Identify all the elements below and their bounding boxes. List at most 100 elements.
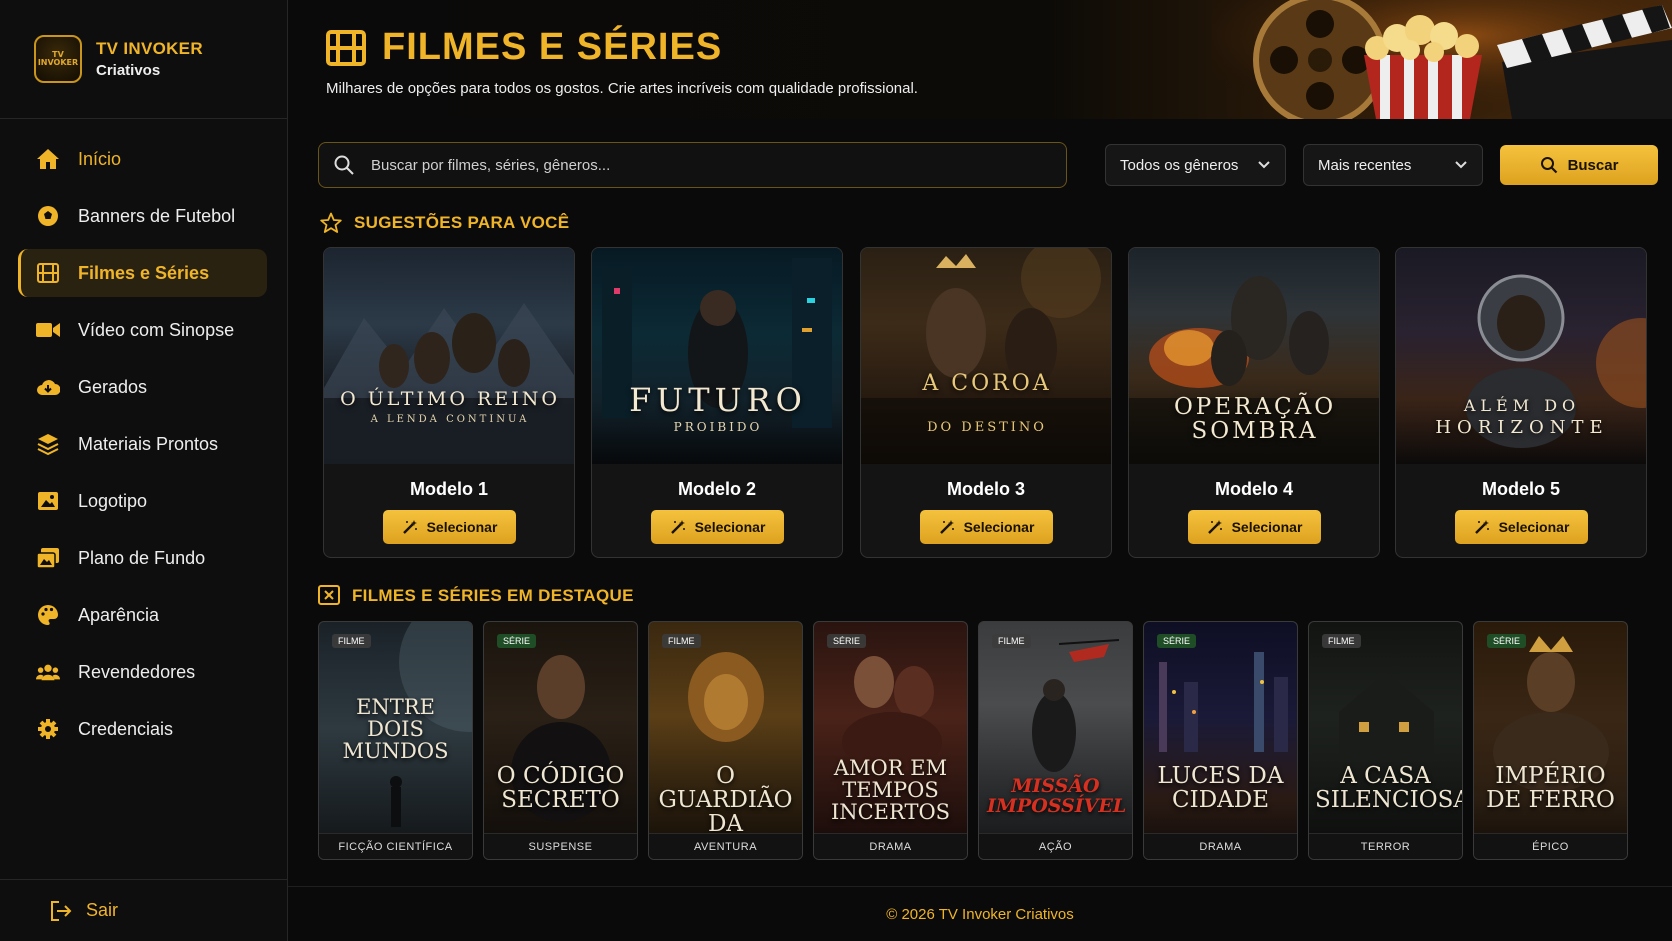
page-subtitle: Milhares de opções para todos os gostos.… <box>326 80 918 97</box>
suggestion-card[interactable]: ALÉM DO HORIZONTE Modelo 5 Selecionar <box>1395 247 1647 558</box>
home-icon <box>36 147 60 171</box>
video-camera-icon <box>36 318 60 342</box>
chevron-down-icon <box>1258 161 1270 169</box>
poster-card[interactable]: SÉRIE LUCES DA CIDADE DRAMA <box>1143 621 1298 860</box>
star-icon <box>320 212 342 234</box>
select-button[interactable]: Selecionar <box>1455 510 1588 544</box>
sidebar-item-label: Aparência <box>78 604 160 625</box>
select-button-label: Selecionar <box>426 519 498 535</box>
model-name: Modelo 3 <box>946 479 1025 499</box>
select-button-label: Selecionar <box>694 519 766 535</box>
genre-label: SUSPENSE <box>484 833 637 859</box>
main-content: FILMES E SÉRIES Milhares de opções para … <box>288 0 1672 941</box>
type-badge: SÉRIE <box>1487 634 1527 648</box>
genre-label: ÉPICO <box>1474 833 1627 859</box>
film-x-icon <box>318 585 340 607</box>
sidebar-item-label: Vídeo com Sinopse <box>78 319 235 340</box>
search-field[interactable] <box>318 142 1067 188</box>
genre-select-value: Todos os gêneros <box>1120 156 1239 174</box>
suggestion-card[interactable]: OPERAÇÃO SOMBRA Modelo 4 Selecionar <box>1128 247 1380 558</box>
sidebar-item-label: Filmes e Séries <box>78 262 210 283</box>
layers-icon <box>36 432 60 456</box>
poster-title: A COROA <box>922 371 1052 396</box>
brand-subtitle: Criativos <box>96 62 161 79</box>
genre-select[interactable]: Todos os gêneros <box>1105 144 1286 186</box>
model-name: Modelo 1 <box>409 479 488 499</box>
model-name: Modelo 2 <box>677 479 756 499</box>
soccer-ball-icon <box>36 204 60 228</box>
sidebar-item-banners-futebol[interactable]: Banners de Futebol <box>18 192 267 240</box>
sidebar-item-materiais-prontos[interactable]: Materiais Prontos <box>18 420 267 468</box>
sidebar-item-filmes-series[interactable]: Filmes e Séries <box>18 249 267 297</box>
poster-card[interactable]: SÉRIE O CÓDIGO SECRETO SUSPENSE <box>483 621 638 860</box>
poster-title: ALÉM DO <box>1463 396 1581 415</box>
poster-card[interactable]: FILME MISSÃO IMPOSSÍVEL AÇÃO <box>978 621 1133 860</box>
search-input[interactable] <box>371 156 1021 174</box>
type-badge: SÉRIE <box>497 634 537 648</box>
sidebar-item-label: Logotipo <box>78 490 148 511</box>
sidebar-item-inicio[interactable]: Início <box>18 135 267 183</box>
sidebar-item-logotipo[interactable]: Logotipo <box>18 477 267 525</box>
select-button[interactable]: Selecionar <box>383 510 516 544</box>
logout-label: Sair <box>86 900 119 920</box>
page-title: FILMES E SÉRIES <box>326 26 722 69</box>
select-button[interactable]: Selecionar <box>651 510 784 544</box>
brand-name: TV INVOKER <box>96 39 203 58</box>
search-icon <box>1540 156 1558 174</box>
sidebar-item-gerados[interactable]: Gerados <box>18 363 267 411</box>
suggestion-card[interactable]: FUTURO PROIBIDO Modelo 2 Selecionar <box>591 247 843 558</box>
poster-card[interactable]: SÉRIE IMPÉRIO DE FERRO ÉPICO <box>1473 621 1628 860</box>
genre-label: TERROR <box>1309 833 1462 859</box>
select-button[interactable]: Selecionar <box>1188 510 1321 544</box>
brand[interactable]: TV INVOKER TV INVOKER Criativos <box>0 0 287 119</box>
film-icon <box>326 29 366 66</box>
users-icon <box>36 660 60 684</box>
section-title-text: FILMES E SÉRIES EM DESTAQUE <box>352 586 634 605</box>
film-reel-icon <box>1253 0 1387 119</box>
poster-image: O ÚLTIMO REINO A LENDA CONTINUA <box>324 248 574 464</box>
sidebar-item-label: Banners de Futebol <box>78 205 236 226</box>
footer-text: © 2026 TV Invoker Criativos <box>886 905 1074 923</box>
page-title-text: FILMES E SÉRIES <box>382 26 723 68</box>
sidebar-item-label: Plano de Fundo <box>78 547 206 568</box>
search-button[interactable]: Buscar <box>1500 145 1658 185</box>
poster-title: OPERAÇÃO <box>1173 394 1337 420</box>
suggestions-section-title: SUGESTÕES PARA VOCÊ <box>320 212 569 234</box>
poster-card[interactable]: FILME A CASA SILENCIOSA TERROR <box>1308 621 1463 860</box>
poster-card[interactable]: FILME ENTRE DOIS MUNDOS FICÇÃO CIENTÍFIC… <box>318 621 473 860</box>
footer: © 2026 TV Invoker Criativos <box>288 886 1672 941</box>
magic-wand-icon <box>670 519 686 535</box>
search-icon <box>334 155 354 175</box>
order-select[interactable]: Mais recentes <box>1303 144 1483 186</box>
model-name: Modelo 4 <box>1214 479 1293 499</box>
sidebar-item-credenciais[interactable]: Credenciais <box>18 705 267 753</box>
search-button-label: Buscar <box>1567 156 1619 174</box>
type-badge: FILME <box>332 634 371 648</box>
poster-subtitle: A LENDA CONTINUA <box>370 414 530 425</box>
sidebar-item-plano-fundo[interactable]: Plano de Fundo <box>18 534 267 582</box>
sidebar-item-video-sinopse[interactable]: Vídeo com Sinopse <box>18 306 267 354</box>
sidebar-item-label: Revendedores <box>78 661 196 682</box>
poster-subtitle: PROIBIDO <box>673 420 763 434</box>
cloud-download-icon <box>36 375 60 399</box>
suggestion-cards: O ÚLTIMO REINO A LENDA CONTINUA Modelo 1… <box>323 247 1647 558</box>
suggestion-card[interactable]: O ÚLTIMO REINO A LENDA CONTINUA Modelo 1… <box>323 247 575 558</box>
poster-title: MISSÃO IMPOSSÍVEL <box>987 775 1127 817</box>
poster-title: ENTRE DOIS MUNDOS <box>342 695 449 764</box>
logout-icon <box>50 900 72 921</box>
select-button-label: Selecionar <box>1498 519 1570 535</box>
order-select-value: Mais recentes <box>1318 156 1412 174</box>
sidebar: TV INVOKER TV INVOKER Criativos Início B… <box>0 0 288 941</box>
image-icon <box>36 489 60 513</box>
sidebar-item-aparencia[interactable]: Aparência <box>18 591 267 639</box>
sidebar-item-revendedores[interactable]: Revendedores <box>18 648 267 696</box>
poster-image: FUTURO PROIBIDO <box>592 248 842 464</box>
type-badge: SÉRIE <box>1157 634 1197 648</box>
poster-card[interactable]: SÉRIE AMOR EM TEMPOS INCERTOS DRAMA <box>813 621 968 860</box>
poster-title: FUTURO <box>629 381 807 419</box>
poster-card[interactable]: FILME O GUARDIÃO DA FLORESTA AVENTURA <box>648 621 803 860</box>
poster-image: A COROA DO DESTINO <box>861 248 1111 464</box>
select-button[interactable]: Selecionar <box>920 510 1053 544</box>
suggestion-card[interactable]: A COROA DO DESTINO Modelo 3 Selecionar <box>860 247 1112 558</box>
logout-button[interactable]: Sair <box>0 879 288 941</box>
